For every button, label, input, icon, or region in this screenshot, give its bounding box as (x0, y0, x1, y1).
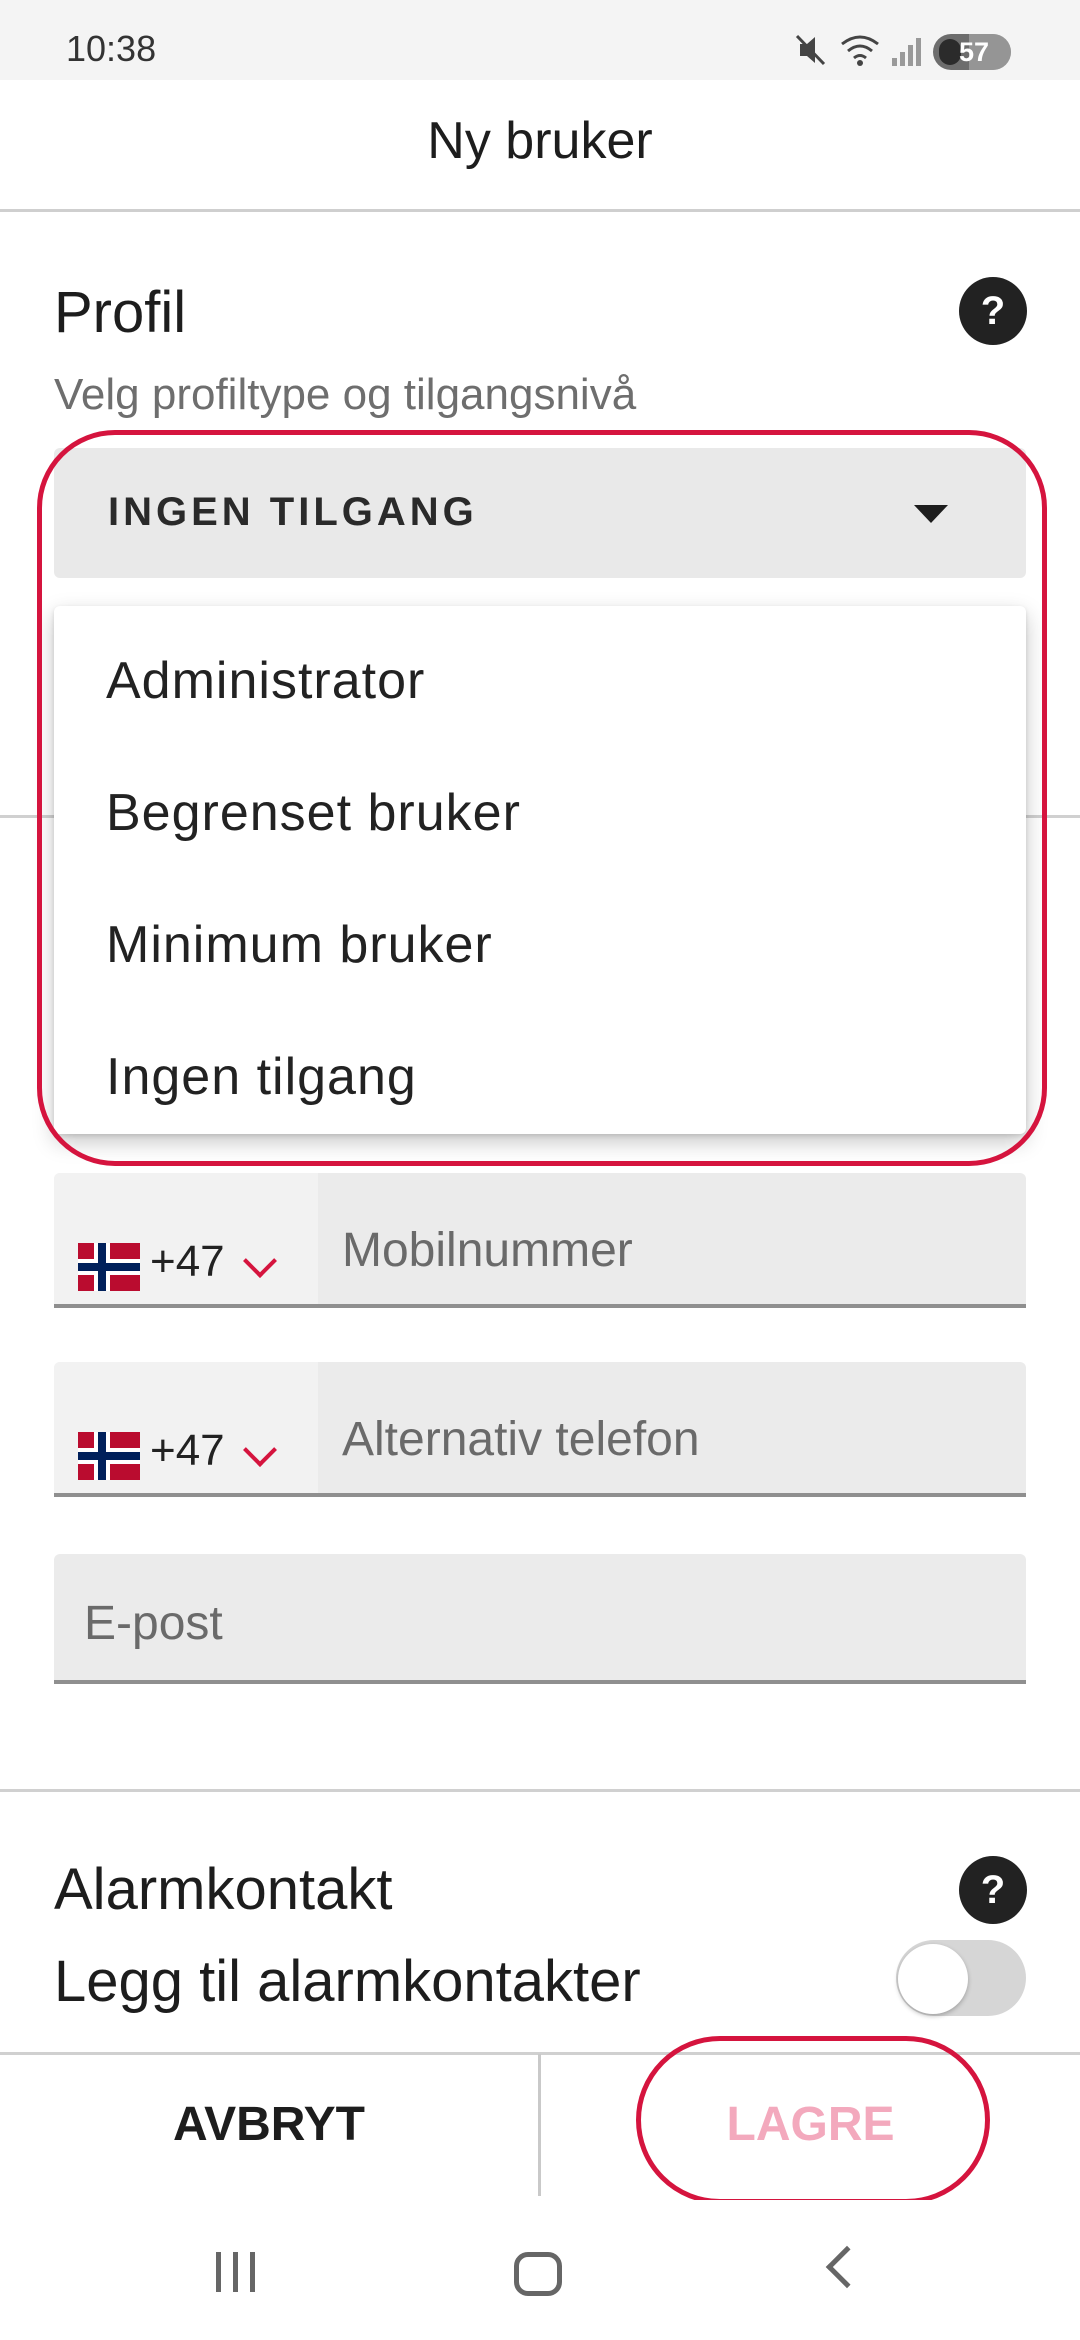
norway-flag-icon (78, 1432, 140, 1480)
signal-icon (892, 38, 921, 66)
toggle-thumb (898, 1944, 968, 2014)
wifi-icon (841, 35, 879, 66)
recent-apps-icon[interactable] (212, 2252, 260, 2292)
section-divider (0, 1789, 1080, 1792)
mobile-number-field[interactable]: +47 Mobilnummer (54, 1173, 1026, 1308)
home-icon[interactable] (514, 2252, 562, 2296)
alternative-phone-field[interactable]: +47 Alternativ telefon (54, 1362, 1026, 1497)
battery-saver-icon (939, 39, 961, 65)
alarm-section-title: Alarmkontakt (54, 1857, 393, 1922)
help-icon[interactable]: ? (959, 1856, 1027, 1924)
alarm-toggle-label: Legg til alarmkontakter (54, 1949, 641, 2014)
highlight-outline-save (636, 2036, 990, 2204)
cancel-button[interactable]: AVBRYT (0, 2054, 538, 2196)
chevron-down-icon (243, 1244, 277, 1278)
profile-section-title: Profil (54, 280, 187, 345)
mute-icon (795, 34, 826, 66)
profile-subtitle: Velg profiltype og tilgangsnivå (54, 370, 637, 419)
country-code-picker[interactable]: +47 (54, 1362, 318, 1493)
email-field[interactable]: E-post (54, 1554, 1026, 1684)
highlight-outline-dropdown (37, 430, 1047, 1166)
country-code: +47 (150, 1426, 225, 1475)
norway-flag-icon (78, 1243, 140, 1291)
mobile-number-placeholder: Mobilnummer (342, 1224, 633, 1277)
email-placeholder: E-post (84, 1597, 223, 1650)
country-code-picker[interactable]: +47 (54, 1173, 318, 1304)
chevron-down-icon (243, 1433, 277, 1467)
battery-indicator: 57 (933, 34, 1011, 70)
help-icon[interactable]: ? (959, 277, 1027, 345)
country-code: +47 (150, 1237, 225, 1286)
alternative-phone-placeholder: Alternativ telefon (342, 1413, 700, 1466)
page-title: Ny bruker (427, 112, 653, 170)
status-time: 10:38 (66, 28, 157, 69)
